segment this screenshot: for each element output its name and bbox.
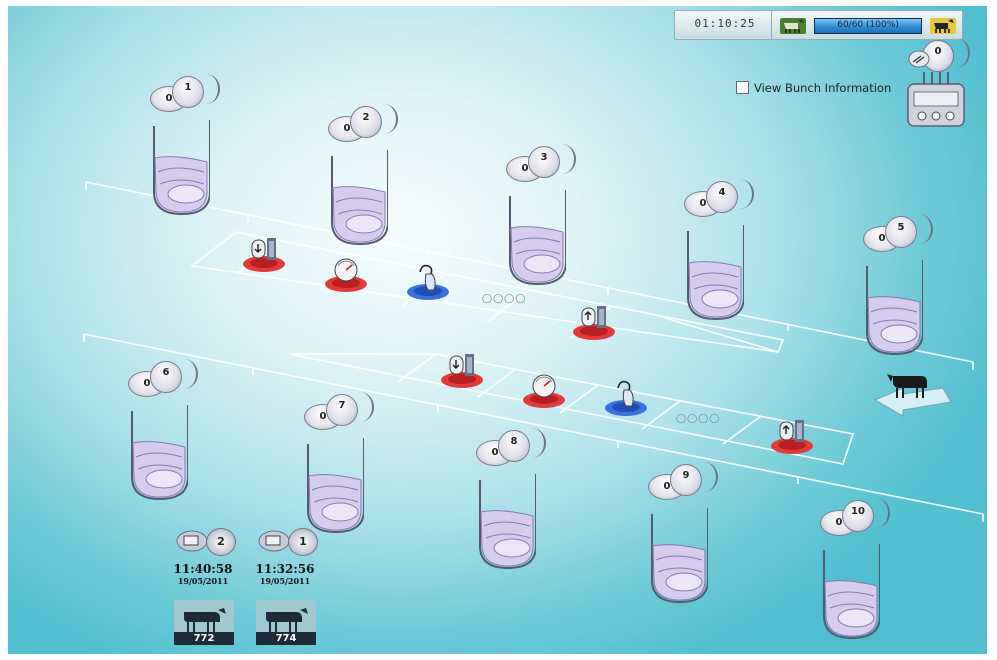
milk-jar-icon [687, 225, 744, 321]
milk-jar-icon [153, 120, 210, 216]
wash-arc [942, 38, 970, 68]
gauge-icon[interactable] [324, 254, 368, 294]
card-cow-id: 774 [256, 632, 316, 645]
unit-arc [905, 214, 933, 244]
milking-unit-6[interactable]: 0 6 [128, 359, 198, 501]
wash-machine-icon [907, 72, 965, 127]
card-cow-id: 772 [174, 632, 234, 645]
milking-unit-9[interactable]: 0 9 [648, 462, 718, 604]
unit-arc [862, 498, 890, 528]
wash-unit[interactable]: 0 [906, 38, 972, 130]
recent-cow-card-1[interactable]: 2 11:40:58 19/05/2011 772 [170, 528, 236, 646]
unit-arc [192, 74, 220, 104]
gate-down-icon[interactable] [440, 350, 484, 390]
card-count-badge: 2 [206, 528, 236, 556]
milking-unit-4[interactable]: 0 4 [684, 179, 754, 321]
unit-arc [518, 428, 546, 458]
unit-arc [726, 179, 754, 209]
milking-unit-1[interactable]: 0 1 [150, 74, 220, 216]
gauge-icon[interactable] [522, 370, 566, 410]
milking-unit-8[interactable]: 0 8 [476, 428, 546, 570]
progress-panel: 60/60 (100%) [771, 10, 963, 40]
unit-arc [548, 144, 576, 174]
recent-cow-card-2[interactable]: 1 11:32:56 19/05/2011 774 [252, 528, 318, 646]
teat-cups-icon[interactable]: ◯◯◯◯ [676, 414, 720, 424]
milk-jar-icon [866, 260, 923, 356]
teat-dip-icon[interactable] [406, 262, 450, 302]
cow-silhouette-icon [256, 600, 316, 634]
unit-arc [690, 462, 718, 492]
unit-arc [370, 104, 398, 134]
cow-entry-icon[interactable] [873, 366, 953, 418]
unit-arc [346, 392, 374, 422]
card-date: 19/05/2011 [259, 576, 311, 586]
milking-unit-2[interactable]: 0 2 [328, 104, 398, 246]
progress-bar: 60/60 (100%) [814, 18, 922, 34]
milk-jar-icon [823, 544, 880, 640]
milk-jar-icon [307, 438, 364, 534]
eartag-icon [176, 530, 208, 552]
card-time: 11:40:58 [173, 562, 233, 576]
milking-unit-3[interactable]: 0 3 [506, 144, 576, 286]
clock-panel: 01:10:25 [674, 10, 776, 40]
milk-jar-icon [331, 150, 388, 246]
milk-jar-icon [479, 474, 536, 570]
cow-yellow-icon [930, 18, 956, 34]
milking-unit-10[interactable]: 0 10 [820, 498, 890, 640]
milk-jar-icon [131, 405, 188, 501]
cow-green-icon [780, 18, 806, 34]
cow-silhouette-icon [174, 600, 234, 634]
teat-dip-icon[interactable] [604, 378, 648, 418]
progress-label: 60/60 (100%) [837, 20, 899, 30]
clock-display: 01:10:25 [694, 17, 756, 30]
gate-down-icon[interactable] [242, 234, 286, 274]
card-count-badge: 1 [288, 528, 318, 556]
milk-jar-icon [509, 190, 566, 286]
view-bunch-checkbox[interactable] [736, 81, 749, 94]
eartag-icon [258, 530, 290, 552]
gate-up-icon[interactable] [572, 302, 616, 342]
unit-arc [170, 359, 198, 389]
wash-tag-icon [908, 50, 930, 68]
milking-unit-5[interactable]: 0 5 [863, 214, 933, 356]
milk-jar-icon [651, 508, 708, 604]
gate-up-icon[interactable] [770, 416, 814, 456]
milking-unit-7[interactable]: 0 7 [304, 392, 374, 534]
card-time: 11:32:56 [255, 562, 315, 576]
view-bunch-toggle[interactable]: View Bunch Information [736, 81, 891, 95]
parlour-view: 01:10:25 60/60 (100%) View Bunch Informa… [8, 6, 987, 654]
teat-cups-icon[interactable]: ◯◯◯◯ [482, 294, 526, 304]
view-bunch-label: View Bunch Information [754, 81, 892, 95]
card-date: 19/05/2011 [177, 576, 229, 586]
